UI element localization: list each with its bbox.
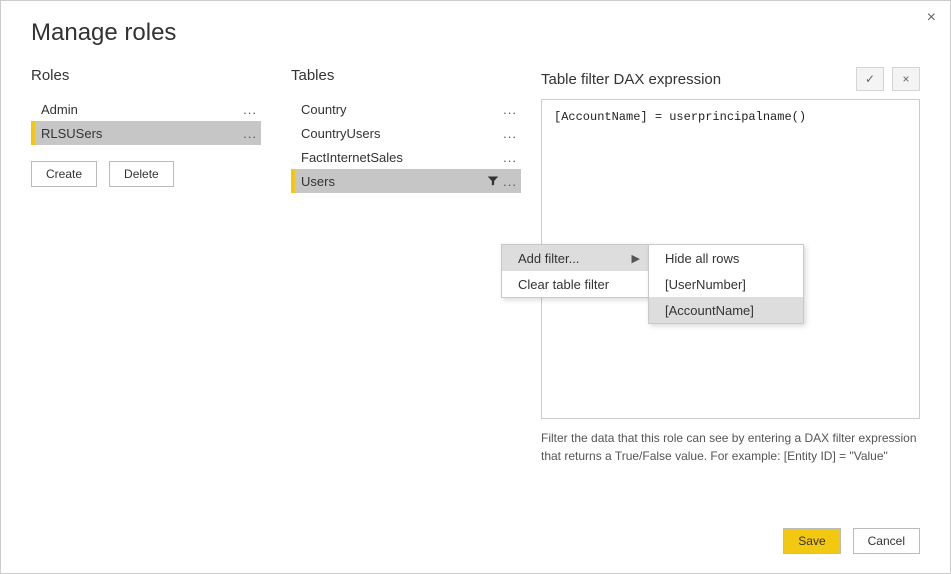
manage-roles-dialog: × Manage roles Roles Admin ... RLSUSers … (0, 0, 951, 574)
expression-hint: Filter the data that this role can see b… (541, 429, 920, 465)
table-item-users[interactable]: Users ... (291, 169, 521, 193)
menu-item-label: [UserNumber] (665, 277, 746, 292)
table-item-label: FactInternetSales (301, 150, 503, 165)
ellipsis-icon[interactable]: ... (503, 126, 517, 141)
roles-panel: Roles Admin ... RLSUSers ... Create Dele… (31, 57, 261, 509)
expression-heading: Table filter DAX expression (541, 71, 721, 88)
table-item-label: Users (301, 174, 487, 189)
menu-item-add-filter[interactable]: Add filter... ▶ (502, 245, 648, 271)
table-context-menu: Add filter... ▶ Clear table filter (501, 244, 649, 298)
tables-panel: Tables Country ... CountryUsers ... Fact… (291, 57, 521, 509)
x-icon: × (902, 72, 909, 86)
role-item-admin[interactable]: Admin ... (31, 97, 261, 121)
roles-list: Admin ... RLSUSers ... (31, 96, 261, 145)
dialog-footer: Save Cancel (1, 509, 950, 573)
ellipsis-icon[interactable]: ... (503, 102, 517, 117)
menu-item-clear-filter[interactable]: Clear table filter (502, 271, 648, 297)
filter-icon (487, 175, 503, 187)
table-item-label: Country (301, 102, 503, 117)
ellipsis-icon[interactable]: ... (503, 174, 517, 189)
menu-item-label: Hide all rows (665, 251, 739, 266)
table-item-country[interactable]: Country ... (291, 97, 521, 121)
table-item-countryusers[interactable]: CountryUsers ... (291, 121, 521, 145)
menu-item-accountname[interactable]: [AccountName] (649, 297, 803, 323)
ellipsis-icon[interactable]: ... (503, 150, 517, 165)
table-item-label: CountryUsers (301, 126, 503, 141)
ellipsis-icon[interactable]: ... (243, 102, 257, 117)
tables-list: Country ... CountryUsers ... FactInterne… (291, 96, 521, 193)
role-item-label: Admin (41, 102, 243, 117)
role-item-rlsusers[interactable]: RLSUSers ... (31, 121, 261, 145)
menu-item-hide-all-rows[interactable]: Hide all rows (649, 245, 803, 271)
menu-item-label: Add filter... (518, 251, 579, 266)
dialog-title: Manage roles (1, 1, 950, 57)
confirm-button[interactable]: ✓ (856, 67, 884, 91)
close-icon[interactable]: × (927, 9, 936, 27)
menu-item-label: Clear table filter (518, 277, 609, 292)
ellipsis-icon[interactable]: ... (243, 126, 257, 141)
create-button[interactable]: Create (31, 161, 97, 187)
roles-heading: Roles (31, 67, 261, 84)
menu-item-label: [AccountName] (665, 303, 754, 318)
add-filter-submenu: Hide all rows [UserNumber] [AccountName] (648, 244, 804, 324)
cancel-button[interactable]: Cancel (853, 528, 920, 554)
menu-item-usernumber[interactable]: [UserNumber] (649, 271, 803, 297)
save-button[interactable]: Save (783, 528, 840, 554)
delete-button[interactable]: Delete (109, 161, 174, 187)
check-icon: ✓ (865, 72, 875, 86)
chevron-right-icon: ▶ (632, 252, 640, 265)
tables-heading: Tables (291, 67, 521, 84)
role-item-label: RLSUSers (41, 126, 243, 141)
discard-button[interactable]: × (892, 67, 920, 91)
table-item-factinternetsales[interactable]: FactInternetSales ... (291, 145, 521, 169)
